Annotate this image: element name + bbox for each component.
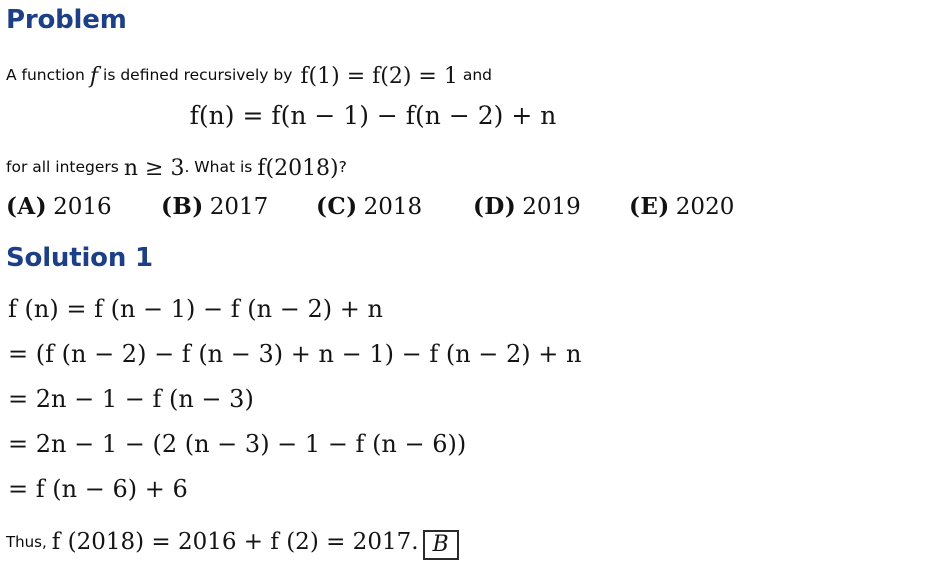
solution-step-3: = 2n − 1 − f (n − 3) [8, 385, 254, 413]
statement-suffix: and [462, 66, 493, 84]
condition-suffix: ? [338, 158, 347, 176]
solution-1-heading: Solution 1 [6, 243, 153, 273]
solution-step-5: = f (n − 6) + 6 [8, 475, 188, 503]
statement-middle: is defined recursively by [103, 66, 293, 84]
problem-statement-line-2: for all integers n ≥ 3. What is f(2018)? [6, 155, 347, 180]
problem-statement-line-1: A function f is defined recursively by f(1)… [6, 63, 493, 88]
answer-choice-e-value: 2020 [675, 194, 735, 220]
answer-choice-a-value: 2016 [53, 194, 112, 220]
solution-step-4: = 2n − 1 − (2 (n − 3) − 1 − f (n − 6)) [8, 430, 467, 458]
solution-step-1: f (n) = f (n − 1) − f (n − 2) + n [8, 295, 383, 323]
statement-function-var: f [89, 64, 99, 89]
condition-prefix: for all integers [6, 158, 119, 176]
answer-choice-c-value: 2018 [363, 194, 423, 220]
answer-choice-c-label: (C) [316, 193, 358, 220]
answer-choice-d-label: (D) [473, 193, 517, 220]
problem-heading: Problem [6, 5, 127, 35]
conclusion-prefix: Thus, [6, 533, 47, 551]
answer-choice-b-label: (B) [161, 193, 204, 220]
answer-choice-b[interactable]: (B) 2017 [161, 195, 268, 219]
answer-choice-a[interactable]: (A) 2016 [6, 195, 112, 219]
solution-conclusion: Thus, f (2018) = 2016 + f (2) = 2017. B [6, 528, 459, 561]
condition-inequality: n ≥ 3 [123, 156, 185, 181]
solution-step-2: = (f (n − 2) − f (n − 3) + n − 1) − f (n… [8, 340, 582, 368]
answer-choice-d[interactable]: (D) 2019 [473, 195, 581, 219]
answer-choices-row: (A) 2016 (B) 2017 (C) 2018 (D) 2019 (E) 2020 [6, 195, 906, 227]
recursive-display-equation-text: f(n) = f(n − 1) − f(n − 2) + n [189, 101, 557, 130]
boxed-answer: B [422, 530, 459, 561]
answer-choice-a-label: (A) [6, 193, 48, 220]
condition-middle: . What is [184, 158, 253, 176]
statement-prefix: A function [6, 66, 85, 84]
answer-choice-e-label: (E) [629, 193, 670, 220]
conclusion-equation: f (2018) = 2016 + f (2) = 2017. [51, 529, 419, 555]
recursive-display-equation: f(n) = f(n − 1) − f(n − 2) + n [0, 103, 936, 128]
answer-choice-e[interactable]: (E) 2020 [629, 195, 734, 219]
answer-choice-d-value: 2019 [522, 194, 581, 220]
base-case-equation: f(1) = f(2) = 1 [300, 64, 458, 89]
answer-choice-c[interactable]: (C) 2018 [316, 195, 422, 219]
document-page: Problem A function f is defined recursivel… [0, 0, 936, 580]
answer-choice-b-value: 2017 [209, 194, 269, 220]
condition-query: f(2018) [257, 156, 339, 181]
